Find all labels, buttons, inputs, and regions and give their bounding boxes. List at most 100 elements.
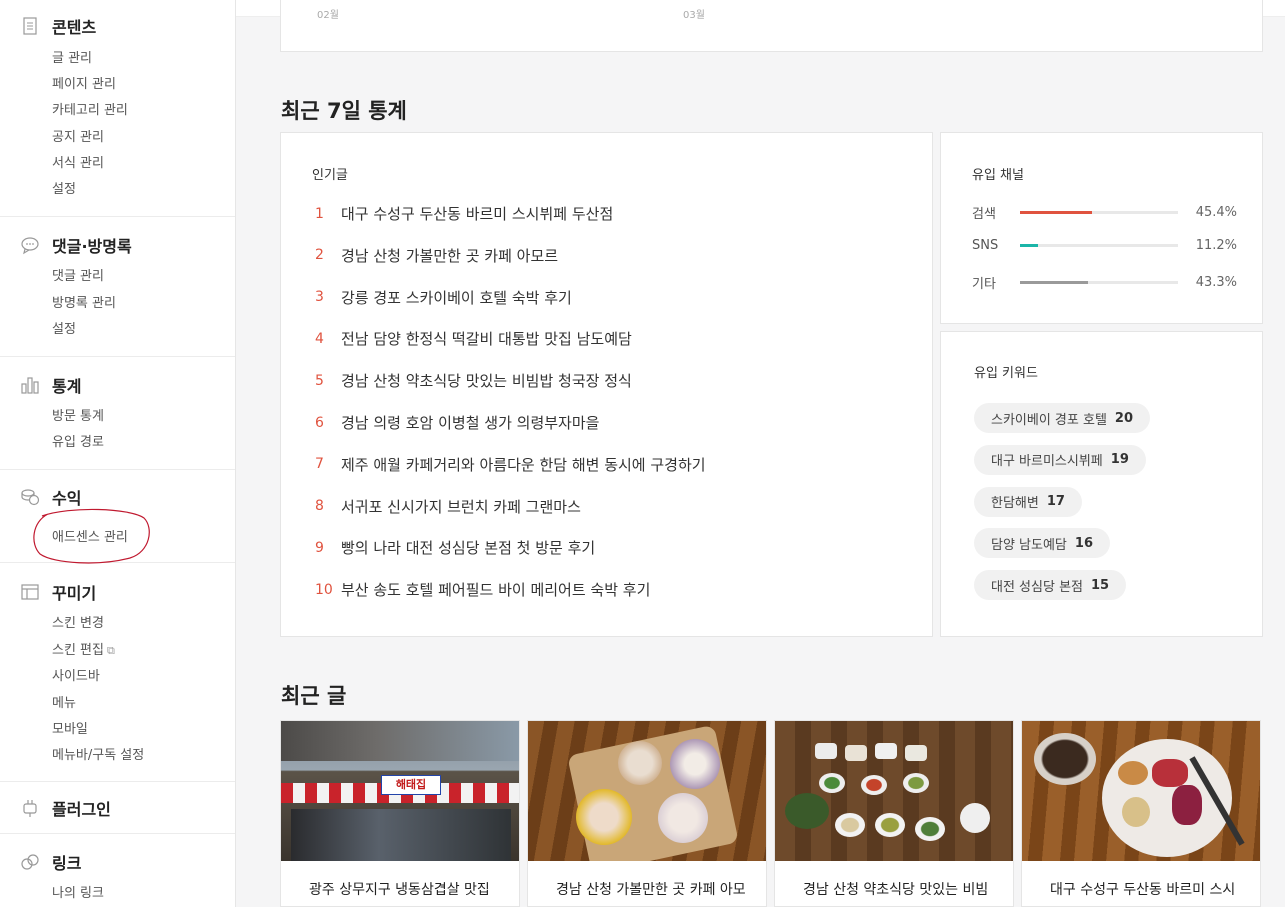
channel-bar-fill <box>1020 244 1038 247</box>
sidebar-section-header[interactable]: 꾸미기 <box>20 580 96 604</box>
chart-tick-label: 03월 <box>683 10 705 21</box>
sidebar-section-header[interactable]: 댓글·방명록 <box>20 233 132 257</box>
recent-post-card[interactable]: 경남 산청 가볼만한 곳 카페 아모르 <box>527 720 767 907</box>
popular-post-title: 전남 담양 한정식 떡갈비 대통밥 맛집 남도예담 <box>341 330 632 349</box>
sidebar-section-header[interactable]: 수익 <box>20 485 81 509</box>
sidebar-item-category-manage[interactable]: 카테고리 관리 <box>52 99 128 118</box>
sidebar-item-guestbook-manage[interactable]: 방명록 관리 <box>52 292 116 311</box>
popular-post-row[interactable]: 10 부산 송도 호텔 페어필드 바이 메리어트 숙박 후기 <box>311 579 650 600</box>
sidebar-item-comment-settings[interactable]: 설정 <box>52 318 76 337</box>
keyword-text: 대구 바르미스시뷔페 <box>991 454 1103 470</box>
channel-row: 기타 43.3% <box>972 273 1237 292</box>
sidebar-item-menubar-subscribe[interactable]: 메뉴바/구독 설정 <box>52 744 144 763</box>
popular-post-title: 부산 송도 호텔 페어필드 바이 메리어트 숙박 후기 <box>341 581 651 600</box>
popular-post-row[interactable]: 4 전남 담양 한정식 떡갈비 대통밥 맛집 남도예담 <box>311 328 632 349</box>
sidebar-section-title: 콘텐츠 <box>52 18 97 37</box>
keyword-chip[interactable]: 대전 성심당 본점 15 <box>974 570 1127 601</box>
popular-post-row[interactable]: 3 강릉 경포 스카이베이 호텔 숙박 후기 <box>311 287 572 308</box>
plug-icon <box>23 800 37 817</box>
post-thumbnail <box>775 721 1013 861</box>
popular-post-title: 빵의 나라 대전 성심당 본점 첫 방문 후기 <box>341 539 596 558</box>
layout-icon <box>21 584 39 600</box>
sidebar-section-content: 콘텐츠 글 관리 페이지 관리 카테고리 관리 공지 관리 서식 관리 설정 <box>0 0 235 217</box>
channel-row: SNS 11.2% <box>972 238 1237 253</box>
sidebar-item-skin-change[interactable]: 스킨 변경 <box>52 612 104 631</box>
keyword-text: 스카이베이 경포 호텔 <box>991 412 1107 428</box>
popular-post-rank: 5 <box>315 372 324 389</box>
sidebar-item-template-manage[interactable]: 서식 관리 <box>52 152 104 171</box>
sidebar-item-mobile[interactable]: 모바일 <box>52 718 88 737</box>
sidebar-item-content-settings[interactable]: 설정 <box>52 178 76 197</box>
popular-post-rank: 8 <box>315 498 324 515</box>
keyword-text: 한담해변 <box>991 496 1039 512</box>
popular-post-rank: 4 <box>315 330 324 347</box>
channel-name: 기타 <box>972 277 996 292</box>
sidebar-item-notice-manage[interactable]: 공지 관리 <box>52 126 104 145</box>
keyword-count: 20 <box>1114 410 1133 426</box>
post-title: 광주 상무지구 냉동삼겹살 맛집 해태집 본점 <box>309 882 490 898</box>
channel-bar-fill <box>1020 211 1092 214</box>
recent-post-card[interactable]: 대구 수성구 두산동 바르미 스시뷔페 두산점 <box>1021 720 1261 907</box>
popular-posts-card: 인기글 1 대구 수성구 두산동 바르미 스시뷔페 두산점 2 경남 산청 가볼만한 … <box>280 132 933 637</box>
sidebar-item-post-manage[interactable]: 글 관리 <box>52 47 92 66</box>
sidebar-section-comments: 댓글·방명록 댓글 관리 방명록 관리 설정 <box>0 217 235 357</box>
popular-post-rank: 3 <box>315 289 324 306</box>
popular-post-title: 제주 애월 카페거리와 아름다운 한담 해변 동시에 구경하기 <box>341 455 706 474</box>
sidebar-section-stats: 통계 방문 통계 유입 경로 <box>0 357 235 470</box>
sidebar-section-revenue: 수익 애드센스 관리 <box>0 470 235 564</box>
popular-post-rank: 7 <box>315 456 324 473</box>
post-thumbnail <box>528 721 766 861</box>
popular-post-row[interactable]: 5 경남 산청 약초식당 맛있는 비빔밥 청국장 정식 <box>311 370 632 391</box>
channel-row: 검색 45.4% <box>972 203 1237 222</box>
popular-post-rank: 6 <box>315 414 324 431</box>
channel-bar-track <box>1020 244 1178 247</box>
channel-bar-track <box>1020 281 1178 284</box>
popular-post-rank: 9 <box>315 539 324 556</box>
sidebar-section-header[interactable]: 링크 <box>20 850 81 874</box>
popular-post-row[interactable]: 7 제주 애월 카페거리와 아름다운 한담 해변 동시에 구경하기 <box>311 454 706 475</box>
popular-post-row[interactable]: 1 대구 수성구 두산동 바르미 스시뷔페 두산점 <box>311 203 613 224</box>
sidebar-item-sidebar[interactable]: 사이드바 <box>52 665 100 684</box>
keyword-chip[interactable]: 담양 남도예담 16 <box>974 528 1110 559</box>
sidebar-section-header[interactable]: 콘텐츠 <box>20 14 96 38</box>
popular-post-title: 대구 수성구 두산동 바르미 스시뷔페 두산점 <box>341 205 614 223</box>
sidebar-item-my-links[interactable]: 나의 링크 <box>52 882 104 901</box>
popular-post-rank: 10 <box>315 581 333 598</box>
recent-post-card[interactable]: 해태집 광주 상무지구 냉동삼겹살 맛집 해태집 본점 <box>280 720 520 907</box>
sidebar-section-header[interactable]: 통계 <box>20 373 81 397</box>
sidebar-item-visit-stats[interactable]: 방문 통계 <box>52 405 104 424</box>
popular-post-row[interactable]: 2 경남 산청 가볼만한 곳 카페 아모르 <box>311 245 558 266</box>
sidebar-item-page-manage[interactable]: 페이지 관리 <box>52 73 116 92</box>
link-icon <box>21 854 39 870</box>
keyword-count: 19 <box>1110 452 1129 468</box>
stats-heading: 최근 7일 통계 <box>281 99 407 123</box>
sidebar-section-plugin: 플러그인 <box>0 782 235 834</box>
popular-post-row[interactable]: 8 서귀포 신시가지 브런치 카페 그랜마스 <box>311 496 581 517</box>
keyword-text: 담양 남도예담 <box>991 537 1067 553</box>
sidebar-section-header[interactable]: 플러그인 <box>20 796 111 820</box>
popular-post-row[interactable]: 6 경남 의령 호암 이병철 생가 의령부자마을 <box>311 412 599 433</box>
channel-percent: 43.3% <box>1195 275 1237 290</box>
popular-post-title: 경남 의령 호암 이병철 생가 의령부자마을 <box>341 414 600 432</box>
sidebar-item-skin-edit[interactable]: 스킨 편집 ⧉ <box>52 639 115 658</box>
sidebar-item-menu[interactable]: 메뉴 <box>52 692 76 711</box>
keyword-card: 유입 키워드 스카이베이 경포 호텔 20 대구 바르미스시뷔페 19 한담해변 17 담양… <box>940 331 1263 637</box>
recent-post-card[interactable]: 경남 산청 약초식당 맛있는 비빔밥 청국장 정식 <box>774 720 1014 907</box>
keyword-chip[interactable]: 한담해변 17 <box>974 486 1082 517</box>
coins-icon <box>21 489 40 506</box>
shop-sign: 해태집 <box>381 775 441 795</box>
popular-post-row[interactable]: 9 빵의 나라 대전 성심당 본점 첫 방문 후기 <box>311 537 595 558</box>
popular-post-title: 강릉 경포 스카이베이 호텔 숙박 후기 <box>341 288 572 307</box>
keyword-count: 17 <box>1046 494 1065 510</box>
keyword-chip[interactable]: 대구 바르미스시뷔페 19 <box>974 444 1146 475</box>
sidebar-section-title: 링크 <box>52 854 82 873</box>
sidebar-item-referrer[interactable]: 유입 경로 <box>52 431 104 450</box>
traffic-channel-card: 유입 채널 검색 45.4% SNS 11.2% 기타 43.3% <box>940 132 1263 324</box>
sidebar-item-comment-manage[interactable]: 댓글 관리 <box>52 265 104 284</box>
post-title: 경남 산청 가볼만한 곳 카페 아모르 <box>556 882 746 898</box>
sidebar: 콘텐츠 글 관리 페이지 관리 카테고리 관리 공지 관리 서식 관리 설정 댓… <box>0 0 236 907</box>
keyword-count: 15 <box>1091 577 1110 593</box>
popular-label: 인기글 <box>312 168 348 183</box>
sidebar-section-title: 댓글·방명록 <box>52 237 132 256</box>
keyword-chip[interactable]: 스카이베이 경포 호텔 20 <box>974 403 1150 433</box>
